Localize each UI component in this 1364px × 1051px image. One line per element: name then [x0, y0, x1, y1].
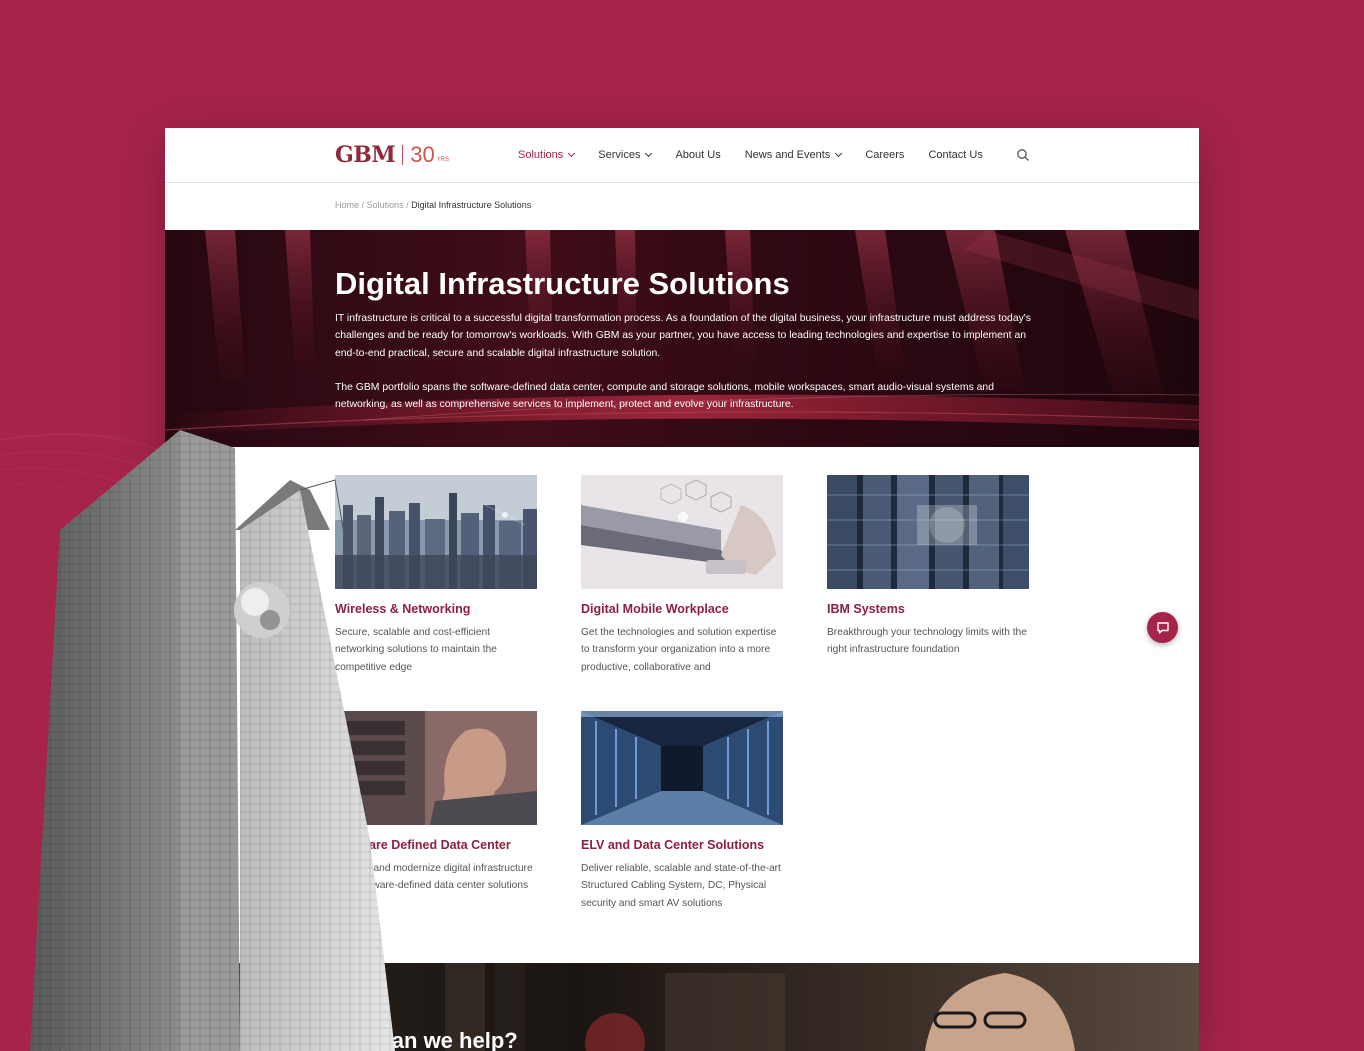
- hero-paragraph: The GBM portfolio spans the software-def…: [335, 382, 994, 411]
- chevron-down-icon: [835, 149, 843, 158]
- logo-anniversary-suffix: YRS: [436, 157, 450, 163]
- data-center-aisle-image: [581, 711, 783, 825]
- laptop-hand-image: [581, 475, 783, 589]
- chat-icon: [1156, 621, 1169, 634]
- gbm-logo[interactable]: GBM 30 YRS: [335, 142, 449, 168]
- nav-item-contact-us[interactable]: Contact Us: [928, 149, 982, 161]
- breadcrumb-solutions[interactable]: Solutions: [367, 200, 404, 210]
- card-title[interactable]: ELV and Data Center Solutions: [581, 838, 783, 852]
- logo-brand: GBM: [335, 142, 396, 168]
- chevron-down-icon: [645, 149, 653, 158]
- nav-item-news-and-events[interactable]: News and Events: [744, 149, 843, 161]
- card-image-data-center-aisle[interactable]: [581, 711, 783, 825]
- site-header: GBM 30 YRS Solutions Services About Us N…: [165, 128, 1199, 183]
- nav-item-label: About Us: [675, 149, 721, 161]
- chat-button[interactable]: [1147, 612, 1178, 643]
- nav-item-about-us[interactable]: About Us: [675, 149, 720, 161]
- logo-divider: [402, 145, 404, 165]
- breadcrumb-separator: /: [406, 200, 409, 210]
- hero-banner: Digital Infrastructure Solutions IT infr…: [165, 230, 1199, 447]
- nav-item-label: Services: [598, 149, 641, 161]
- breadcrumb-current: Digital Infrastructure Solutions: [411, 200, 532, 210]
- breadcrumb-separator: /: [361, 200, 365, 210]
- main-nav: Solutions Services About Us News and Eve…: [518, 128, 1007, 182]
- solution-card-elv-data-center[interactable]: ELV and Data Center Solutions Deliver re…: [581, 711, 783, 912]
- page-title: Digital Infrastructure Solutions: [335, 266, 790, 301]
- nav-item-label: News and Events: [744, 149, 831, 161]
- card-description: Breakthrough your technology limits with…: [827, 627, 1027, 656]
- card-description: Deliver reliable, scalable and state-of-…: [581, 863, 781, 909]
- server-racks-image: [827, 475, 1029, 589]
- logo-anniversary: 30: [410, 142, 435, 167]
- solution-card-digital-mobile-workplace[interactable]: Digital Mobile Workplace Get the technol…: [581, 475, 783, 676]
- card-description: Get the technologies and solution expert…: [581, 627, 777, 673]
- hero-paragraph: IT infrastructure is critical to a succe…: [335, 313, 1031, 359]
- card-image-servers[interactable]: [827, 475, 1029, 589]
- chevron-down-icon: [568, 149, 576, 158]
- nav-item-solutions[interactable]: Solutions: [518, 149, 576, 161]
- nav-item-services[interactable]: Services: [598, 149, 653, 161]
- breadcrumb: Home / Solutions / Digital Infrastructur…: [335, 200, 531, 210]
- search-icon[interactable]: [1016, 148, 1030, 162]
- nav-item-label: Careers: [865, 149, 905, 161]
- card-image-laptop[interactable]: [581, 475, 783, 589]
- card-title[interactable]: Digital Mobile Workplace: [581, 602, 783, 616]
- nav-item-label: Solutions: [518, 149, 564, 161]
- solution-card-ibm-systems[interactable]: IBM Systems Breakthrough your technology…: [827, 475, 1029, 659]
- nav-item-careers[interactable]: Careers: [865, 149, 904, 161]
- building-illustration: [30, 430, 395, 1051]
- nav-item-label: Contact Us: [928, 149, 983, 161]
- card-title[interactable]: IBM Systems: [827, 602, 1029, 616]
- breadcrumb-home[interactable]: Home: [335, 200, 359, 210]
